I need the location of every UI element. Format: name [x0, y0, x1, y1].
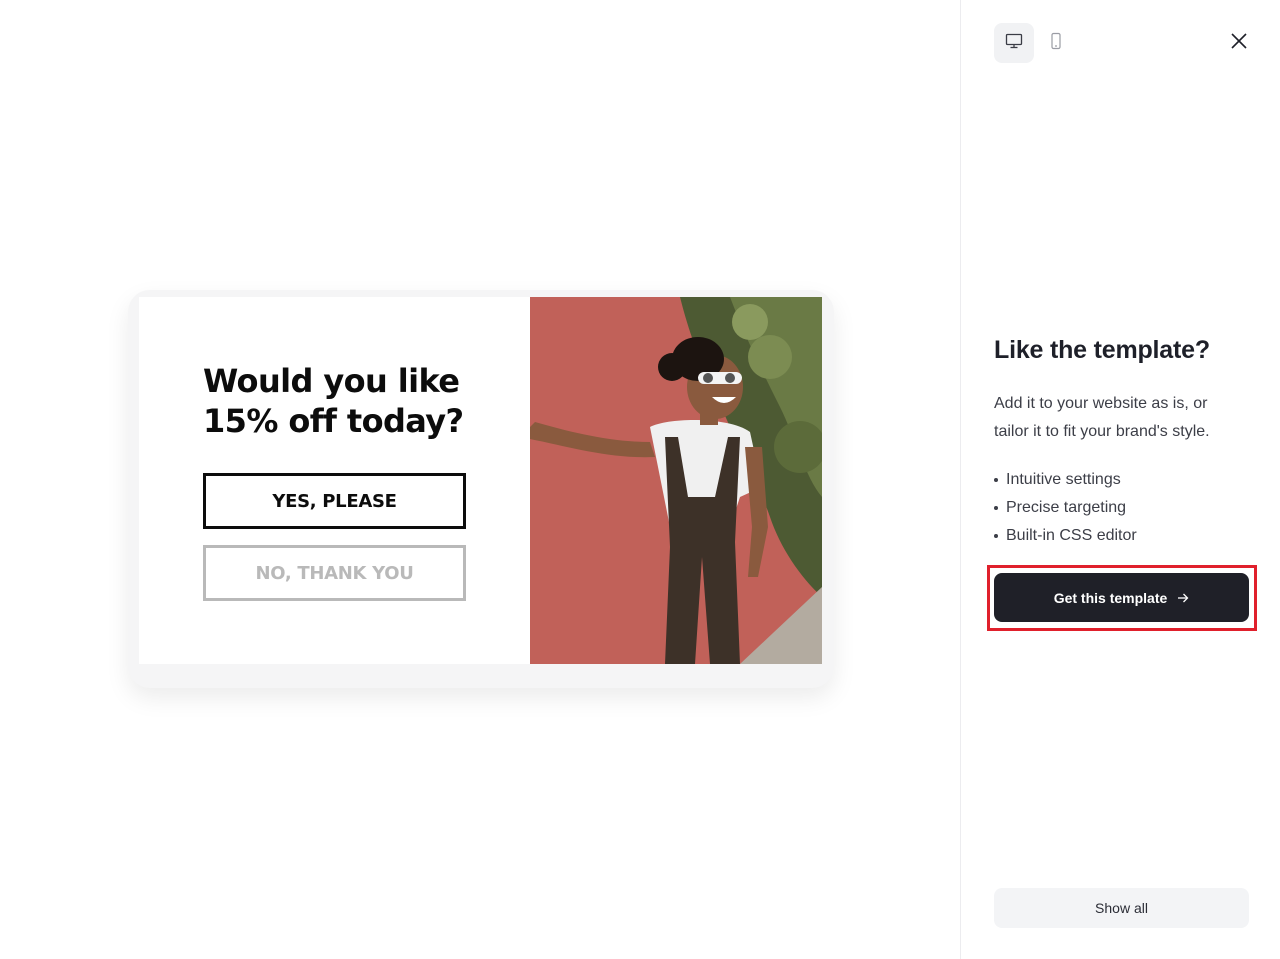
- show-all-button[interactable]: Show all: [994, 888, 1249, 928]
- feature-item: Precise targeting: [994, 494, 1137, 522]
- close-button[interactable]: [1223, 27, 1255, 59]
- bullet-icon: [994, 506, 998, 510]
- get-this-template-button[interactable]: Get this template: [994, 573, 1249, 622]
- close-icon: [1230, 32, 1248, 55]
- no-thank-you-button[interactable]: NO, THANK YOU: [203, 545, 466, 601]
- yes-please-button[interactable]: YES, PLEASE: [203, 473, 466, 529]
- woman-photo-illustration: [530, 297, 822, 664]
- feature-list: Intuitive settings Precise targeting Bui…: [994, 466, 1137, 550]
- template-side-panel: Like the template? Add it to your websit…: [960, 0, 1280, 959]
- mobile-view-button[interactable]: [1036, 23, 1076, 63]
- desktop-icon: [1005, 32, 1023, 55]
- feature-label: Built-in CSS editor: [1006, 527, 1137, 544]
- feature-item: Intuitive settings: [994, 466, 1137, 494]
- cta-label: Get this template: [1053, 589, 1168, 606]
- desktop-view-button[interactable]: [994, 23, 1034, 63]
- mobile-icon: [1049, 32, 1063, 55]
- feature-label: Precise targeting: [1006, 499, 1127, 516]
- popup-photo: [530, 297, 822, 664]
- arrow-right-icon: [1177, 592, 1189, 604]
- panel-description: Add it to your website as is, or tailor …: [994, 395, 1210, 440]
- feature-label: Intuitive settings: [1006, 471, 1121, 488]
- popup-content: Would you like 15% off today? YES, PLEAS…: [139, 297, 530, 664]
- popup-headline-line1: Would you like: [203, 362, 460, 400]
- app-root: Would you like 15% off today? YES, PLEAS…: [0, 0, 1280, 959]
- template-preview: Would you like 15% off today? YES, PLEAS…: [0, 0, 960, 959]
- popup-template: Would you like 15% off today? YES, PLEAS…: [139, 297, 822, 664]
- popup-headline-line2: 15% off today?: [203, 402, 464, 440]
- bullet-icon: [994, 478, 998, 482]
- popup-headline: Would you like 15% off today?: [203, 361, 503, 441]
- bullet-icon: [994, 534, 998, 538]
- panel-title: Like the template?: [994, 336, 1210, 364]
- feature-item: Built-in CSS editor: [994, 522, 1137, 550]
